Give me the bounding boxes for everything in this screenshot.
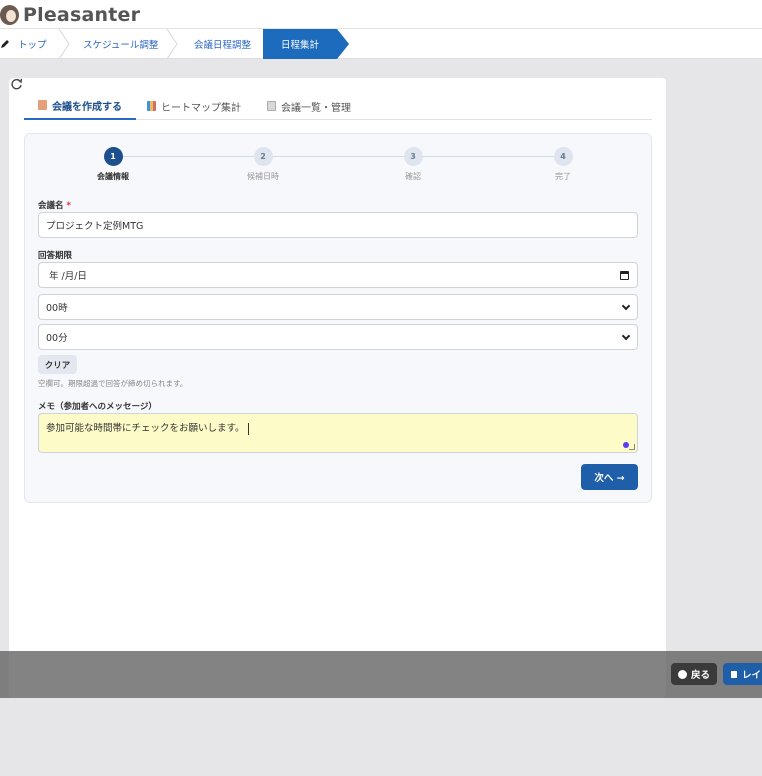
step-4: 4 完了 bbox=[533, 147, 593, 182]
step-number: 4 bbox=[553, 147, 573, 166]
back-label: 戻る bbox=[690, 670, 710, 681]
tab-label: 会議を作成する bbox=[52, 101, 122, 113]
clear-button[interactable]: クリア bbox=[38, 355, 77, 374]
breadcrumb-separator-icon bbox=[58, 29, 70, 59]
memo-textarea[interactable]: 参加可能な時間帯にチェックをお願いします。 bbox=[38, 413, 638, 453]
breadcrumb-active-label: 日程集計 bbox=[280, 40, 319, 51]
list-document-icon bbox=[267, 101, 276, 111]
top-bar: Pleasanter bbox=[0, 0, 762, 29]
meeting-name-label-text: 会議名 bbox=[38, 201, 64, 211]
step-label: 確認 bbox=[405, 172, 421, 181]
minute-value: 00分 bbox=[46, 333, 68, 344]
breadcrumb-item-active[interactable]: 日程集計 bbox=[263, 29, 337, 59]
breadcrumb: トップ スケジュール調整 会議日程調整 日程集計 bbox=[0, 29, 762, 59]
deadline-date-input[interactable]: 年 /月/日 bbox=[38, 262, 638, 288]
memo-label: メモ（参加者へのメッセージ） bbox=[38, 402, 157, 412]
meeting-name-input[interactable]: プロジェクト定例MTG bbox=[38, 212, 638, 238]
memo-value: 参加可能な時間帯にチェックをお願いします。 bbox=[46, 423, 245, 434]
deadline-hour-select[interactable]: 00時 bbox=[38, 294, 638, 320]
step-3: 3 確認 bbox=[383, 147, 443, 182]
document-edit-icon bbox=[38, 100, 47, 110]
breadcrumb-active-arrow bbox=[337, 29, 349, 59]
breadcrumb-separator-icon bbox=[166, 29, 178, 59]
bar-chart-icon bbox=[147, 101, 156, 111]
layout-button[interactable]: レイ bbox=[723, 663, 762, 685]
logo-text: Pleasanter bbox=[23, 4, 141, 26]
tab-meeting-list[interactable]: 会議一覧・管理 bbox=[267, 92, 351, 120]
breadcrumb-item-meeting[interactable]: 会議日程調整 bbox=[194, 29, 251, 59]
back-button[interactable]: 戻る bbox=[671, 663, 717, 685]
tab-label: ヒートマップ集計 bbox=[161, 102, 241, 114]
step-number: 2 bbox=[253, 147, 273, 166]
resize-handle-icon[interactable] bbox=[629, 444, 635, 450]
deadline-hint: 空欄可。期限超過で回答が締め切られます。 bbox=[38, 379, 188, 388]
step-2: 2 候補日時 bbox=[233, 147, 293, 182]
deadline-label: 回答期限 bbox=[38, 251, 73, 261]
breadcrumb-label: 会議日程調整 bbox=[194, 40, 252, 51]
date-placeholder: 年 /月/日 bbox=[49, 271, 87, 282]
required-mark: * bbox=[66, 201, 71, 211]
step-label: 会議情報 bbox=[97, 172, 129, 181]
calendar-icon[interactable] bbox=[620, 271, 629, 280]
chevron-down-icon bbox=[621, 301, 631, 311]
stepper-line bbox=[113, 156, 563, 157]
step-number: 1 bbox=[103, 147, 123, 166]
breadcrumb-item-schedule[interactable]: スケジュール調整 bbox=[83, 29, 158, 59]
pencil-icon bbox=[0, 39, 10, 49]
layout-icon bbox=[731, 670, 737, 678]
logo-mark-icon bbox=[0, 5, 19, 25]
step-label: 完了 bbox=[555, 172, 571, 181]
layout-label: レイ bbox=[742, 670, 762, 681]
tab-bar: 会議を作成する ヒートマップ集計 会議一覧・管理 bbox=[24, 92, 652, 120]
back-circle-icon bbox=[677, 669, 687, 679]
step-1: 1 会議情報 bbox=[83, 147, 143, 182]
step-label: 候補日時 bbox=[247, 172, 279, 181]
breadcrumb-item-top[interactable]: トップ bbox=[0, 29, 47, 59]
hour-value: 00時 bbox=[46, 303, 68, 314]
tab-label: 会議一覧・管理 bbox=[281, 102, 351, 114]
deadline-minute-select[interactable]: 00分 bbox=[38, 324, 638, 350]
breadcrumb-label: スケジュール調整 bbox=[83, 40, 159, 51]
meeting-name-label: 会議名 * bbox=[38, 199, 71, 211]
tab-heatmap[interactable]: ヒートマップ集計 bbox=[147, 92, 241, 120]
bottom-action-overlay bbox=[0, 651, 762, 698]
refresh-icon[interactable] bbox=[10, 78, 23, 95]
step-number: 3 bbox=[403, 147, 423, 166]
breadcrumb-label: トップ bbox=[18, 40, 47, 51]
tab-create-meeting[interactable]: 会議を作成する bbox=[24, 92, 136, 120]
text-caret bbox=[247, 422, 249, 435]
next-button[interactable]: 次へ → bbox=[581, 464, 638, 490]
chevron-down-icon bbox=[621, 331, 631, 341]
app-logo[interactable]: Pleasanter bbox=[0, 3, 140, 27]
meeting-name-value: プロジェクト定例MTG bbox=[46, 221, 144, 232]
